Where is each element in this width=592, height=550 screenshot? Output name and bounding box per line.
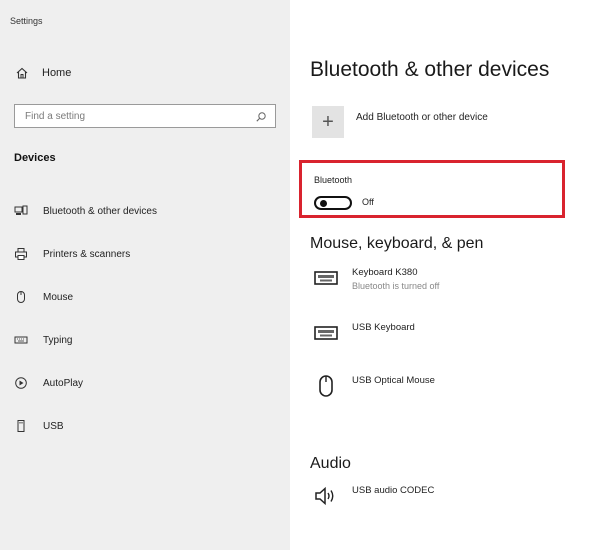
add-device-label[interactable]: Add Bluetooth or other device	[356, 112, 488, 123]
main-content: Bluetooth & other devices + Add Bluetoot…	[290, 0, 592, 550]
add-device-button[interactable]: +	[312, 106, 344, 138]
device-usb-optical-mouse[interactable]: USB Optical Mouse	[312, 375, 435, 397]
home-link[interactable]: Home	[15, 64, 71, 82]
usb-icon	[14, 419, 28, 433]
device-status: Bluetooth is turned off	[352, 281, 440, 291]
sidebar-item-typing[interactable]: Typing	[14, 331, 72, 349]
audio-heading: Audio	[310, 455, 351, 472]
sidebar-item-autoplay[interactable]: AutoPlay	[14, 374, 83, 392]
mouse-icon	[312, 375, 340, 397]
toggle-knob	[320, 200, 327, 207]
keyboard-icon	[312, 267, 340, 289]
plus-icon: +	[322, 110, 334, 133]
search-input[interactable]	[23, 109, 247, 123]
sidebar-item-printers[interactable]: Printers & scanners	[14, 245, 130, 263]
settings-window: Settings Home Devices Bluetooth & other …	[0, 0, 592, 550]
sidebar-item-label: Bluetooth & other devices	[43, 205, 157, 217]
device-name: Keyboard K380	[352, 267, 418, 278]
bluetooth-toggle[interactable]	[314, 196, 352, 210]
device-usb-audio-codec[interactable]: USB audio CODEC	[312, 485, 434, 507]
sidebar-item-mouse[interactable]: Mouse	[14, 288, 73, 306]
section-title: Devices	[14, 152, 56, 164]
bluetooth-devices-icon	[14, 204, 28, 218]
speaker-icon	[312, 485, 340, 507]
add-device-row[interactable]: + Add Bluetooth or other device	[312, 106, 488, 138]
sidebar-item-bluetooth[interactable]: Bluetooth & other devices	[14, 202, 157, 220]
sidebar: Settings Home Devices Bluetooth & other …	[0, 0, 290, 550]
autoplay-icon	[14, 376, 28, 390]
keyboard-icon	[312, 322, 340, 344]
device-name: USB audio CODEC	[352, 485, 435, 496]
sidebar-item-label: Typing	[43, 334, 73, 346]
sidebar-item-usb[interactable]: USB	[14, 417, 64, 435]
search-box[interactable]	[14, 104, 276, 128]
bluetooth-label: Bluetooth	[314, 175, 353, 185]
device-name: USB Keyboard	[352, 322, 415, 333]
page-title: Bluetooth & other devices	[310, 58, 550, 81]
sidebar-item-label: Mouse	[43, 291, 74, 303]
mouse-icon	[14, 290, 28, 304]
bluetooth-highlight-box: Bluetooth Off	[299, 160, 565, 218]
device-keyboard-k380[interactable]: Keyboard K380 Bluetooth is turned off	[312, 267, 439, 291]
home-label: Home	[42, 67, 72, 79]
device-usb-keyboard[interactable]: USB Keyboard	[312, 322, 415, 344]
bluetooth-state: Off	[362, 197, 374, 207]
home-icon	[15, 66, 29, 80]
printer-icon	[14, 247, 28, 261]
app-title: Settings	[10, 16, 43, 26]
keyboard-icon	[14, 333, 28, 347]
sidebar-item-label: Printers & scanners	[43, 248, 131, 260]
sidebar-item-label: USB	[43, 420, 64, 432]
sidebar-item-label: AutoPlay	[43, 377, 84, 389]
search-icon[interactable]	[255, 110, 267, 122]
mouse-keyboard-pen-heading: Mouse, keyboard, & pen	[310, 235, 484, 252]
device-name: USB Optical Mouse	[352, 375, 435, 386]
